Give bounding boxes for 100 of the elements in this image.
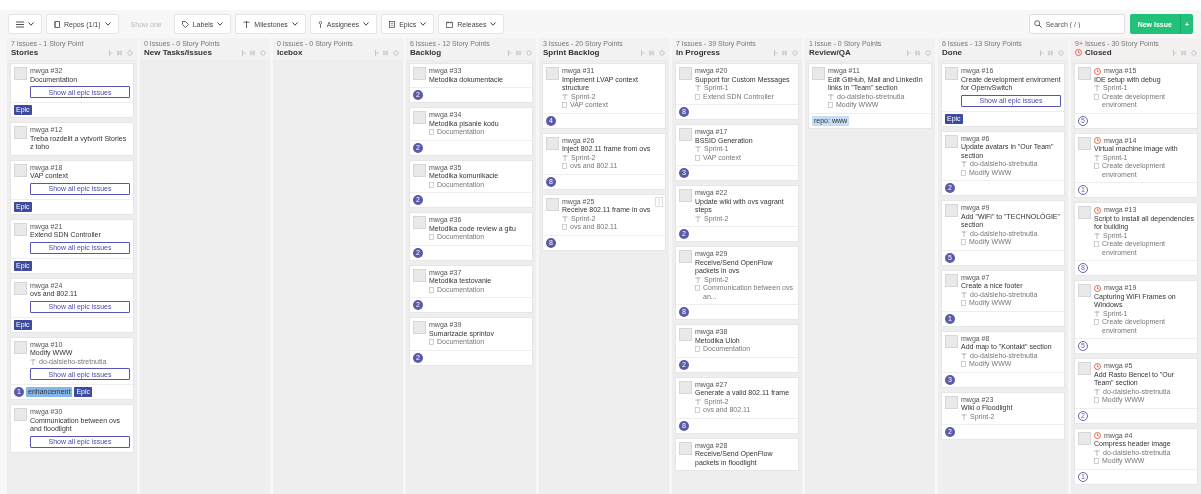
milestone-icon bbox=[695, 146, 701, 152]
milestone-icon bbox=[961, 161, 967, 167]
epic-icon bbox=[389, 20, 396, 28]
column-title: Backlog bbox=[410, 48, 442, 57]
caret-icon bbox=[420, 22, 427, 26]
milestone-icon bbox=[961, 291, 967, 298]
epic-icon bbox=[1094, 319, 1099, 325]
epic-icon bbox=[429, 286, 434, 293]
epic-icon bbox=[961, 361, 966, 367]
epic-icon bbox=[562, 102, 567, 108]
column-title: Review/QA bbox=[809, 48, 851, 57]
avatar bbox=[679, 328, 692, 341]
epic-icon bbox=[961, 169, 966, 176]
avatar bbox=[546, 136, 559, 150]
avatar bbox=[1078, 362, 1091, 375]
milestone-icon bbox=[961, 413, 967, 420]
epic-icon bbox=[1094, 241, 1099, 247]
epic-icon bbox=[695, 285, 700, 291]
avatar bbox=[546, 67, 559, 80]
milestone-icon bbox=[30, 358, 36, 365]
avatar bbox=[413, 268, 426, 282]
avatar bbox=[1078, 284, 1091, 297]
column-tools-icon[interactable] bbox=[774, 49, 798, 56]
column-title: Sprint Backlog bbox=[543, 48, 600, 57]
column-tools-icon[interactable] bbox=[508, 49, 532, 56]
caret-icon bbox=[363, 22, 370, 26]
avatar bbox=[14, 126, 27, 139]
milestone-icon bbox=[695, 215, 701, 222]
epic-icon bbox=[828, 102, 833, 108]
avatar bbox=[546, 197, 559, 211]
epic-icon bbox=[1094, 93, 1099, 100]
view-menu-button[interactable] bbox=[8, 14, 42, 34]
milestone-icon bbox=[961, 352, 967, 359]
epic-icon bbox=[961, 300, 966, 306]
avatar bbox=[679, 441, 692, 455]
avatar bbox=[945, 334, 958, 348]
tag-icon bbox=[181, 20, 189, 28]
avatar bbox=[14, 281, 27, 295]
milestone-icon bbox=[562, 93, 568, 100]
column-tools-icon[interactable] bbox=[1173, 49, 1197, 56]
milestone-icon bbox=[695, 398, 701, 405]
milestone-icon bbox=[1094, 310, 1100, 317]
epic-icon bbox=[1094, 458, 1099, 464]
avatar bbox=[413, 163, 426, 177]
avatar bbox=[413, 321, 426, 334]
caret-icon bbox=[291, 22, 298, 26]
caret-icon bbox=[28, 22, 34, 26]
caret-icon bbox=[104, 22, 111, 26]
avatar bbox=[14, 222, 27, 236]
avatar bbox=[413, 216, 426, 229]
epic-icon bbox=[562, 224, 567, 230]
column-title: Stories bbox=[11, 48, 39, 57]
person-icon bbox=[317, 20, 323, 28]
column-title: Done bbox=[942, 48, 962, 57]
epic-icon bbox=[695, 346, 700, 352]
milestone-icon bbox=[1094, 449, 1100, 456]
epic-icon bbox=[695, 93, 700, 100]
column-tools-icon[interactable] bbox=[375, 49, 399, 56]
milestone-icon bbox=[695, 85, 701, 91]
avatar bbox=[14, 163, 27, 177]
epic-icon bbox=[429, 181, 434, 188]
caret-icon bbox=[490, 22, 497, 26]
epic-icon bbox=[1094, 163, 1099, 169]
column-title: Closed bbox=[1085, 48, 1112, 57]
avatar bbox=[945, 134, 958, 148]
avatar bbox=[679, 128, 692, 141]
epic-icon bbox=[429, 234, 434, 240]
epic-icon bbox=[429, 129, 434, 135]
avatar bbox=[945, 204, 958, 217]
avatar bbox=[945, 395, 958, 409]
search-icon bbox=[1033, 20, 1042, 28]
more-icon[interactable] bbox=[655, 196, 663, 207]
column-title: Icebox bbox=[277, 48, 303, 57]
milestone-icon bbox=[961, 230, 967, 237]
column-tools-icon[interactable] bbox=[242, 49, 266, 56]
avatar bbox=[14, 408, 27, 421]
column-tools-icon[interactable] bbox=[1040, 49, 1064, 56]
milestone-icon bbox=[1094, 85, 1100, 91]
avatar bbox=[679, 67, 692, 80]
epic-icon bbox=[1094, 397, 1099, 403]
avatar bbox=[14, 340, 27, 354]
epic-icon bbox=[695, 154, 700, 161]
avatar bbox=[1078, 67, 1091, 80]
milestone-icon bbox=[243, 20, 251, 28]
column-tools-icon[interactable] bbox=[641, 49, 665, 56]
milestone-icon bbox=[562, 154, 568, 161]
avatar bbox=[679, 189, 692, 202]
column-tools-icon[interactable] bbox=[907, 49, 931, 56]
epic-icon bbox=[562, 163, 567, 169]
milestone-icon bbox=[695, 276, 701, 283]
epic-icon bbox=[695, 407, 700, 413]
avatar bbox=[1078, 136, 1091, 150]
avatar bbox=[413, 67, 426, 80]
avatar bbox=[679, 250, 692, 263]
milestone-icon bbox=[1094, 232, 1100, 239]
caret-icon bbox=[217, 22, 224, 26]
column-tools-icon[interactable] bbox=[109, 49, 133, 56]
column-title: In Progress bbox=[676, 48, 720, 57]
avatar bbox=[812, 67, 825, 80]
epic-icon bbox=[961, 239, 966, 245]
